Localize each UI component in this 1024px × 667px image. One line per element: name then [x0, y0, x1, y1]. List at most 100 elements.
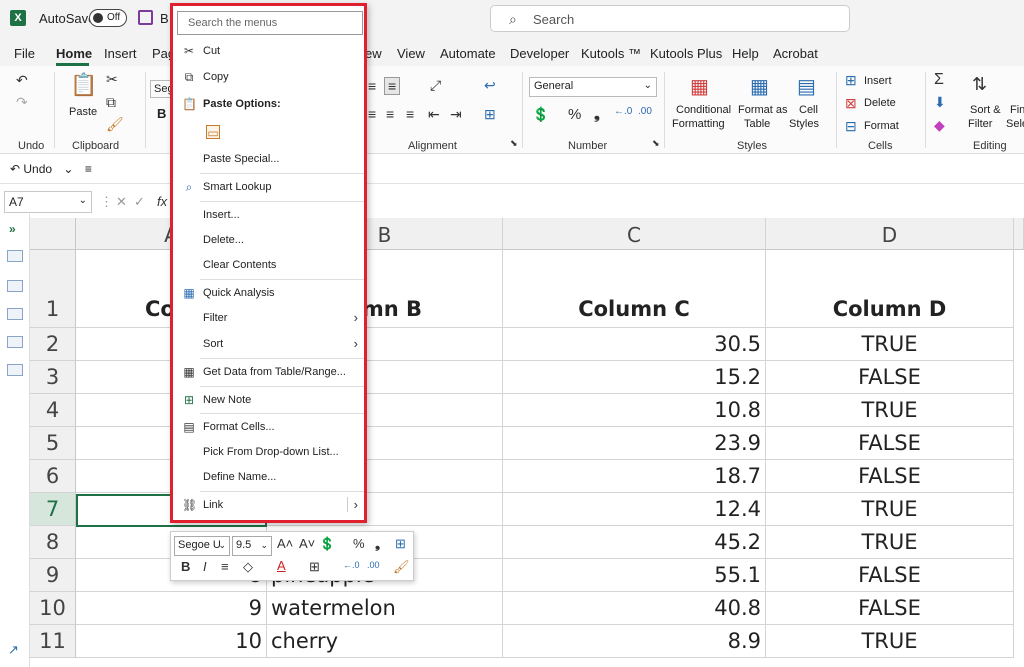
bold-button[interactable]: B [157, 106, 166, 121]
cell-b10[interactable]: watermelon [267, 592, 503, 625]
customize-qat-icon[interactable]: ≡ [85, 162, 92, 176]
increase-indent-icon[interactable]: ⇥ [450, 106, 462, 123]
menu-item-define-name[interactable]: Define Name... [173, 466, 364, 490]
column-header-d[interactable]: D [766, 218, 1014, 250]
row-header-11[interactable]: 11 [30, 625, 76, 658]
mini-italic-button[interactable]: I [203, 559, 207, 574]
cell-b11[interactable]: cherry [267, 625, 503, 658]
cell-c5[interactable]: 23.9 [503, 427, 766, 460]
menu-item-sort[interactable]: Sort › [173, 333, 364, 357]
cell-a10[interactable]: 9 [76, 592, 267, 625]
paste-label[interactable]: Paste [69, 106, 97, 118]
cut-icon[interactable]: ✂ [106, 71, 118, 88]
row-header-6[interactable]: 6 [30, 460, 76, 493]
menu-item-paste-special[interactable]: Paste Special... [173, 148, 364, 172]
align-center-icon[interactable]: ≡ [384, 77, 401, 95]
decrease-font-icon[interactable]: A˅ [299, 536, 315, 551]
menu-item-get-data[interactable]: ▦ Get Data from Table/Range... [173, 361, 364, 385]
undo-icon[interactable]: ↶ [16, 72, 28, 89]
row-header-7[interactable]: 7 [30, 493, 76, 526]
enter-icon[interactable]: ✓ [134, 194, 145, 210]
row-header-9[interactable]: 9 [30, 559, 76, 592]
accounting-format-icon[interactable]: 💲 [319, 536, 335, 552]
cancel-icon[interactable]: ✕ [116, 194, 127, 210]
format-as-table-icon[interactable]: ▦ [750, 74, 769, 99]
menu-item-copy[interactable]: ⧉ Copy [173, 66, 364, 90]
align-center-icon[interactable]: ≡ [221, 559, 229, 574]
clear-icon[interactable]: ◆ [934, 117, 945, 134]
align-right-icon[interactable]: ≡ [406, 106, 414, 122]
row-header-3[interactable]: 3 [30, 361, 76, 394]
cell-c9[interactable]: 55.1 [503, 559, 766, 592]
tab-kutools-plus[interactable]: Kutools Plus [650, 46, 722, 61]
column-header-c[interactable]: C [503, 218, 766, 250]
menu-item-filter[interactable]: Filter › [173, 307, 364, 331]
wrap-text-icon[interactable]: ↩ [484, 77, 496, 94]
cell-d6[interactable]: FALSE [766, 460, 1014, 493]
fill-icon[interactable]: ⬇ [934, 94, 946, 111]
menu-item-link[interactable]: ⛓ Link › [173, 494, 364, 518]
header-cell-d[interactable]: Column D [766, 250, 1014, 328]
align-left-icon[interactable]: ≡ [368, 106, 376, 122]
format-painter-icon[interactable]: 🖌 [393, 559, 410, 575]
decrease-indent-icon[interactable]: ⇤ [428, 106, 440, 123]
cell-d5[interactable]: FALSE [766, 427, 1014, 460]
save-icon[interactable] [138, 10, 153, 25]
format-as-table-label-1[interactable]: Format as [738, 104, 788, 116]
expand-icon[interactable]: » [9, 222, 16, 236]
column-header-e[interactable] [1014, 218, 1024, 250]
tab-file[interactable]: File [14, 46, 35, 61]
conditional-formatting-icon[interactable]: ▦ [690, 74, 709, 99]
cell-c2[interactable]: 30.5 [503, 328, 766, 361]
cell-c10[interactable]: 40.8 [503, 592, 766, 625]
qat-undo-button[interactable]: ↶ Undo ⌄ ≡ [10, 162, 92, 176]
search-box[interactable]: ⌕ Search [490, 5, 850, 32]
insert-cells-icon[interactable]: ⊞ [845, 72, 857, 89]
insert-cells-label[interactable]: Insert [864, 75, 892, 87]
cell-styles-label-2[interactable]: Styles [789, 118, 819, 130]
tab-insert[interactable]: Insert [104, 46, 137, 61]
menu-item-insert[interactable]: Insert... [173, 204, 364, 228]
cell-d2[interactable]: TRUE [766, 328, 1014, 361]
paste-option-default[interactable]: ▭ [173, 119, 364, 147]
format-painter-icon[interactable]: 🖌 [106, 116, 124, 133]
row-header-1[interactable]: 1 [30, 250, 76, 328]
menu-item-clear-contents[interactable]: Clear Contents [173, 254, 364, 278]
paste-icon[interactable]: 📋 [70, 72, 97, 98]
cell-c8[interactable]: 45.2 [503, 526, 766, 559]
header-cell-c[interactable]: Column C [503, 250, 766, 328]
tab-kutools[interactable]: Kutools ™ [581, 46, 641, 61]
increase-decimal-icon[interactable]: ←.0 [614, 106, 632, 117]
dialog-launcher-icon[interactable]: ⬊ [652, 138, 660, 149]
format-cells-icon[interactable]: ⊟ [845, 118, 857, 135]
font-name-box[interactable]: Sego [150, 80, 172, 98]
cell-styles-icon[interactable]: ▤ [797, 74, 816, 99]
cell-d11[interactable]: TRUE [766, 625, 1014, 658]
tab-help[interactable]: Help [732, 46, 759, 61]
autosave-toggle[interactable]: Off [89, 9, 127, 27]
tab-developer[interactable]: Developer [510, 46, 569, 61]
conditional-formatting-label-2[interactable]: Formatting [672, 118, 725, 130]
percent-style-button[interactable]: % [568, 106, 581, 123]
decrease-decimal-icon[interactable]: .00 [638, 106, 652, 117]
menu-item-cut[interactable]: ✂ Cut [173, 40, 364, 64]
name-box[interactable]: A7 ⌄ [4, 191, 92, 213]
row-header-2[interactable]: 2 [30, 328, 76, 361]
chevron-right-icon[interactable]: › [346, 497, 358, 512]
comma-style-button[interactable]: ❟ [594, 106, 600, 123]
chevron-down-icon[interactable]: ⌄ [63, 162, 73, 176]
menu-item-smart-lookup[interactable]: ⌕ Smart Lookup [173, 176, 364, 200]
tab-view[interactable]: View [397, 46, 425, 61]
menu-item-quick-analysis[interactable]: ▦ Quick Analysis [173, 282, 364, 306]
cell-c7[interactable]: 12.4 [503, 493, 766, 526]
dialog-launcher-icon[interactable]: ⬊ [510, 138, 518, 149]
cell-c6[interactable]: 18.7 [503, 460, 766, 493]
align-middle-icon[interactable]: ≡ [368, 78, 376, 94]
menu-item-new-note[interactable]: ⊞ New Note [173, 389, 364, 413]
borders-icon[interactable]: ⊞ [309, 559, 320, 575]
fill-color-icon[interactable]: ◇ [243, 559, 253, 575]
sort-filter-label-1[interactable]: Sort & [970, 104, 1001, 116]
cell-d4[interactable]: TRUE [766, 394, 1014, 427]
delete-cells-icon[interactable]: ⊠ [845, 95, 857, 112]
merge-center-icon[interactable]: ⊞ [484, 106, 496, 123]
